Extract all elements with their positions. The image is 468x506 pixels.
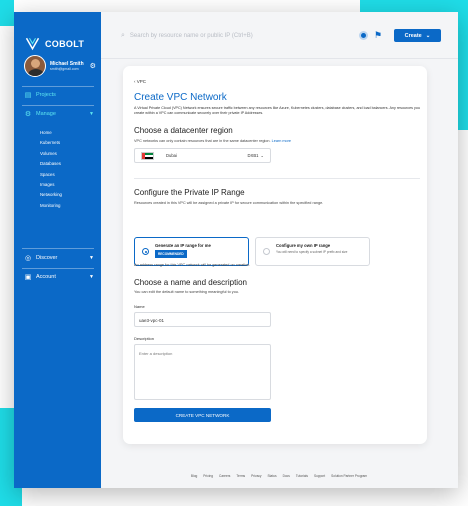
region-note-text: VPC networks can only contain resources …	[134, 139, 271, 143]
name-heading: Choose a name and description	[134, 278, 247, 287]
account-icon: ▣	[24, 274, 32, 281]
top-bar: ⌕ Search by resource name or public IP (…	[101, 12, 458, 59]
sidebar-subitem-home[interactable]: Home	[40, 128, 52, 138]
footer-link[interactable]: Pricing	[203, 474, 213, 478]
sidebar: COBOLT Michael Smith smith@gmail.com ⚙ ▤…	[14, 12, 101, 488]
chevron-down-icon: ▼	[89, 255, 94, 261]
back-link[interactable]: ‹ VPC	[134, 79, 146, 84]
sidebar-divider	[22, 86, 94, 87]
avatar	[24, 55, 46, 77]
app-window: COBOLT Michael Smith smith@gmail.com ⚙ ▤…	[14, 12, 458, 488]
name-note: You can edit the default name to somethi…	[134, 290, 239, 294]
footer-link[interactable]: Tutorials	[296, 474, 308, 478]
ip-footnote: An address range for this VPC network wi…	[134, 263, 251, 267]
chevron-down-icon: ⌄	[425, 32, 431, 39]
help-icon[interactable]	[359, 31, 368, 40]
sidebar-item-label: Projects	[36, 92, 56, 98]
section-divider	[134, 178, 420, 179]
ip-note: Resources created in this VPC will be as…	[134, 201, 324, 205]
user-email: smith@gmail.com	[50, 67, 79, 71]
radio-unselected[interactable]	[263, 248, 270, 255]
flag-icon[interactable]: ⚑	[374, 30, 382, 41]
region-code-text: DXB1	[247, 153, 259, 158]
sidebar-item-discover[interactable]: ◎ Discover ▼	[24, 254, 94, 262]
sidebar-divider	[22, 268, 94, 269]
sidebar-subitem-kubernets[interactable]: Kubernets	[40, 138, 60, 148]
radio-selected[interactable]	[142, 248, 149, 255]
chevron-down-icon: ▼	[89, 111, 94, 117]
back-link-label: VPC	[136, 79, 147, 84]
brand[interactable]: COBOLT	[25, 36, 84, 51]
projects-icon: ▤	[24, 92, 32, 99]
region-heading: Choose a datacenter region	[134, 126, 233, 135]
create-vpc-card: ‹ VPC Create VPC Network A Virtual Priva…	[123, 66, 427, 444]
sidebar-subitem-databases[interactable]: Databases	[40, 159, 61, 169]
footer-link[interactable]: Support	[314, 474, 325, 478]
sidebar-item-label: Account	[36, 274, 56, 280]
sidebar-item-manage[interactable]: ⚙ Manage ▼	[24, 110, 94, 118]
sidebar-subitem-images[interactable]: Images	[40, 180, 54, 190]
chevron-down-icon: ⌄	[260, 153, 264, 158]
option-title: Generate an IP range for me	[155, 243, 211, 248]
sidebar-divider	[22, 248, 94, 249]
create-button-label: Create	[404, 32, 422, 39]
footer-link[interactable]: Privacy	[251, 474, 261, 478]
search-bar[interactable]: ⌕ Search by resource name or public IP (…	[121, 32, 253, 40]
sidebar-item-label: Discover	[36, 255, 58, 261]
region-note: VPC networks can only contain resources …	[134, 139, 291, 143]
region-select[interactable]: Dubai DXB1 ⌄	[134, 148, 271, 163]
create-button[interactable]: Create ⌄	[394, 29, 441, 42]
ip-heading: Configure the Private IP Range	[134, 188, 245, 197]
option-title: Configure my own IP range	[276, 243, 331, 248]
option-configure-ip-range[interactable]: Configure my own IP range You will need …	[255, 237, 370, 266]
sidebar-item-label: Manage	[36, 111, 56, 117]
search-input[interactable]: Search by resource name or public IP (Ct…	[130, 33, 253, 39]
sidebar-subitem-spaces[interactable]: Spaces	[40, 170, 55, 180]
option-description: You will need to specify a subnet IP pre…	[276, 250, 348, 254]
footer-link[interactable]: Terms	[236, 474, 245, 478]
name-input[interactable]: uae3-vpc-01	[134, 312, 271, 327]
sidebar-subitem-networking[interactable]: Networking	[40, 190, 62, 200]
brand-name: COBOLT	[45, 38, 85, 49]
page-title: Create VPC Network	[134, 92, 227, 103]
decor-block-top-left	[0, 0, 14, 26]
option-generate-ip-range[interactable]: Generate an IP range for me RECOMMENDED	[134, 237, 249, 266]
sidebar-divider	[22, 105, 94, 106]
sidebar-item-projects[interactable]: ▤ Projects	[24, 91, 94, 99]
footer-link[interactable]: Solution Partner Program	[331, 474, 367, 478]
region-name: Dubai	[166, 153, 177, 158]
user-profile[interactable]: Michael Smith smith@gmail.com ⚙	[24, 55, 96, 77]
page-description: A Virtual Private Cloud (VPC) Network en…	[134, 106, 420, 116]
footer-links: Blog Pricing Careers Terms Privacy Statu…	[134, 474, 424, 478]
region-code: DXB1 ⌄	[248, 153, 264, 158]
search-icon: ⌕	[121, 32, 125, 39]
name-label: Name	[134, 304, 145, 309]
learn-more-link[interactable]: Learn more	[272, 139, 291, 143]
uae-flag-icon	[141, 151, 154, 160]
cobolt-logo-icon	[25, 37, 40, 51]
description-textarea[interactable]: Enter a description	[134, 344, 271, 400]
chevron-down-icon: ▼	[89, 274, 94, 280]
settings-gear-icon[interactable]: ⚙	[90, 62, 96, 70]
sidebar-item-account[interactable]: ▣ Account ▼	[24, 273, 94, 281]
sidebar-subitem-volumes[interactable]: Volumes	[40, 149, 57, 159]
footer-link[interactable]: Docs	[283, 474, 290, 478]
footer-link[interactable]: Blog	[191, 474, 197, 478]
footer-link[interactable]: Careers	[219, 474, 230, 478]
sidebar-subitem-monitoring[interactable]: Monitoring	[40, 201, 61, 211]
create-vpc-network-button[interactable]: CREATE VPC NETWORK	[134, 408, 271, 422]
description-label: Description	[134, 336, 155, 341]
discover-icon: ◎	[24, 255, 32, 262]
manage-icon: ⚙	[24, 111, 32, 118]
recommended-badge: RECOMMENDED	[155, 250, 187, 258]
footer-link[interactable]: Status	[268, 474, 277, 478]
